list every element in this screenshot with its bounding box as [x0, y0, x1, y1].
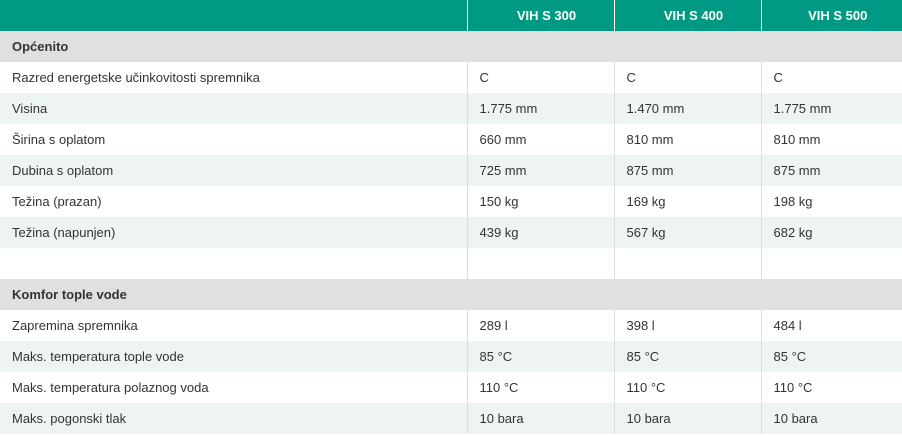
cell-vih-s-300: 150 kg	[466, 186, 614, 217]
row-label: Težina (prazan)	[0, 186, 467, 217]
cell-vih-s-300: 110 °C	[466, 372, 614, 403]
cell-vih-s-500: 1.775 mm	[760, 93, 902, 124]
table-row: Maks. temperatura polaznog voda 110 °C 1…	[0, 372, 902, 403]
cell-vih-s-300: 725 mm	[466, 155, 614, 186]
cell-vih-s-400: 110 °C	[613, 372, 761, 403]
header-vih-s-500: VIH S 500	[760, 0, 902, 31]
spacer-row	[0, 248, 902, 279]
section-header-hot-water-comfort: Komfor tople vode	[0, 279, 902, 310]
table-row: Maks. temperatura tople vode 85 °C 85 °C…	[0, 341, 902, 372]
cell-vih-s-500: 85 °C	[760, 341, 902, 372]
cell-vih-s-400: 1.470 mm	[613, 93, 761, 124]
table-row: Težina (napunjen) 439 kg 567 kg 682 kg	[0, 217, 902, 248]
row-label: Razred energetske učinkovitosti spremnik…	[0, 62, 467, 93]
table-row: Visina 1.775 mm 1.470 mm 1.775 mm	[0, 93, 902, 124]
spec-table: VIH S 300 VIH S 400 VIH S 500 Općenito R…	[0, 0, 902, 434]
cell-vih-s-500: 810 mm	[760, 124, 902, 155]
row-label: Maks. temperatura tople vode	[0, 341, 467, 372]
spacer-cell	[466, 248, 614, 279]
table-row: Razred energetske učinkovitosti spremnik…	[0, 62, 902, 93]
section-title: Komfor tople vode	[0, 279, 902, 310]
cell-vih-s-300: 660 mm	[466, 124, 614, 155]
table-row: Težina (prazan) 150 kg 169 kg 198 kg	[0, 186, 902, 217]
table-row: Širina s oplatom 660 mm 810 mm 810 mm	[0, 124, 902, 155]
cell-vih-s-300: 439 kg	[466, 217, 614, 248]
row-label: Širina s oplatom	[0, 124, 467, 155]
section-header-general: Općenito	[0, 31, 902, 62]
row-label: Dubina s oplatom	[0, 155, 467, 186]
header-row: VIH S 300 VIH S 400 VIH S 500	[0, 0, 902, 31]
table-row: Dubina s oplatom 725 mm 875 mm 875 mm	[0, 155, 902, 186]
cell-vih-s-300: 85 °C	[466, 341, 614, 372]
cell-vih-s-400: 810 mm	[613, 124, 761, 155]
row-label: Visina	[0, 93, 467, 124]
cell-vih-s-400: C	[613, 62, 761, 93]
cell-vih-s-400: 875 mm	[613, 155, 761, 186]
cell-vih-s-500: 110 °C	[760, 372, 902, 403]
row-label: Maks. pogonski tlak	[0, 403, 467, 434]
cell-vih-s-400: 85 °C	[613, 341, 761, 372]
table-row: Maks. pogonski tlak 10 bara 10 bara 10 b…	[0, 403, 902, 434]
row-label: Težina (napunjen)	[0, 217, 467, 248]
cell-vih-s-500: 198 kg	[760, 186, 902, 217]
header-vih-s-300: VIH S 300	[466, 0, 614, 31]
cell-vih-s-500: 875 mm	[760, 155, 902, 186]
header-vih-s-400: VIH S 400	[613, 0, 761, 31]
row-label: Zapremina spremnika	[0, 310, 467, 341]
cell-vih-s-400: 398 l	[613, 310, 761, 341]
cell-vih-s-400: 169 kg	[613, 186, 761, 217]
cell-vih-s-500: C	[760, 62, 902, 93]
cell-vih-s-500: 484 l	[760, 310, 902, 341]
section-title: Općenito	[0, 31, 902, 62]
cell-vih-s-500: 10 bara	[760, 403, 902, 434]
header-empty-cell	[0, 0, 467, 31]
cell-vih-s-500: 682 kg	[760, 217, 902, 248]
spacer-cell	[613, 248, 761, 279]
cell-vih-s-400: 10 bara	[613, 403, 761, 434]
table-row: Zapremina spremnika 289 l 398 l 484 l	[0, 310, 902, 341]
spacer-cell	[760, 248, 902, 279]
cell-vih-s-300: 289 l	[466, 310, 614, 341]
cell-vih-s-300: 1.775 mm	[466, 93, 614, 124]
cell-vih-s-300: 10 bara	[466, 403, 614, 434]
cell-vih-s-300: C	[466, 62, 614, 93]
row-label: Maks. temperatura polaznog voda	[0, 372, 467, 403]
spacer-cell	[0, 248, 467, 279]
cell-vih-s-400: 567 kg	[613, 217, 761, 248]
